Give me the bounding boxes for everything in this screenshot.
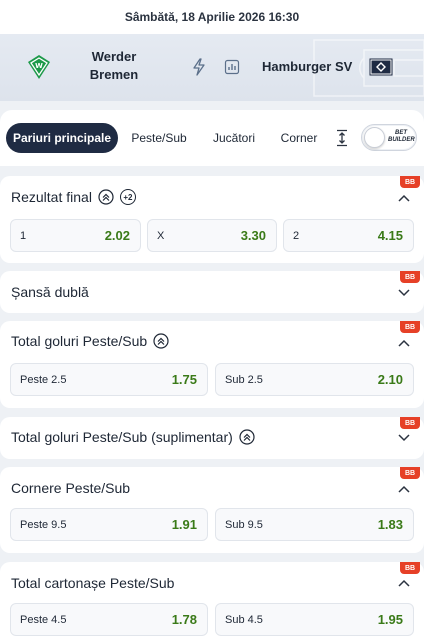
market-title-text: Șansă dublă <box>11 284 89 300</box>
market-title[interactable]: Total goluri Peste/Sub (suplimentar) <box>11 429 255 445</box>
market-title[interactable]: Total cartonașe Peste/Sub <box>11 575 174 591</box>
stats-icon[interactable] <box>224 59 240 75</box>
odd-button-2[interactable]: 2 4.15 <box>283 219 414 252</box>
bet-builder-toggle[interactable]: BET BUILDER <box>361 124 417 151</box>
odd-label: Peste 4.5 <box>20 613 67 626</box>
market-title-text: Total goluri Peste/Sub (suplimentar) <box>11 429 233 445</box>
tab-peste-sub[interactable]: Peste/Sub <box>124 123 194 153</box>
chevron-up-icon[interactable] <box>398 485 410 493</box>
home-team-name-line1: Werder <box>91 49 137 64</box>
odd-value: 2.10 <box>377 372 403 387</box>
hamburger-sv-logo <box>369 58 393 76</box>
market-title[interactable]: Total goluri Peste/Sub <box>11 333 169 349</box>
odd-button-under[interactable]: Sub 9.5 1.83 <box>215 508 414 541</box>
odd-value: 2.02 <box>104 228 130 243</box>
bet-builder-badge: BB <box>400 417 420 429</box>
svg-text:W: W <box>35 62 43 70</box>
odd-button-over[interactable]: Peste 4.5 1.78 <box>10 603 208 636</box>
odd-label: Sub 2.5 <box>225 373 263 386</box>
odd-button-under[interactable]: Sub 2.5 2.10 <box>215 363 414 396</box>
market-title-text: Cornere Peste/Sub <box>11 480 131 496</box>
chevron-down-icon[interactable] <box>398 434 410 442</box>
boost-icon <box>239 429 255 445</box>
tab-jucatori[interactable]: Jucători <box>202 123 266 153</box>
market-rezultat-final: BB Rezultat final +2 1 2.02 X 3.30 2 4.1… <box>0 176 424 263</box>
odd-value: 1.75 <box>171 372 197 387</box>
market-cornere: BB Cornere Peste/Sub Peste 9.5 1.91 Sub … <box>0 467 424 553</box>
lightning-icon[interactable] <box>191 58 207 76</box>
match-header: W Werder Bremen Hamburger SV <box>0 34 424 101</box>
odd-label: Sub 9.5 <box>225 518 263 531</box>
odd-value: 3.30 <box>240 228 266 243</box>
odd-value: 4.15 <box>377 228 403 243</box>
bet-builder-badge: BB <box>400 562 420 574</box>
odd-value: 1.91 <box>171 517 197 532</box>
bet-builder-label: BET BUILDER <box>388 130 415 144</box>
bet-builder-line1: BET <box>395 130 407 136</box>
market-sansa-dubla[interactable]: BB Șansă dublă <box>0 271 424 313</box>
extra-markets-badge: +2 <box>119 189 136 205</box>
tab-pariuri-principale[interactable]: Pariuri principale <box>6 123 118 153</box>
chevron-up-icon[interactable] <box>398 579 410 587</box>
chevron-up-icon[interactable] <box>398 339 410 347</box>
market-title-text: Rezultat final <box>11 189 92 205</box>
odd-button-over[interactable]: Peste 2.5 1.75 <box>10 363 208 396</box>
market-title[interactable]: Rezultat final +2 <box>11 189 136 205</box>
bet-builder-badge: BB <box>400 467 420 479</box>
odd-label: X <box>157 229 165 242</box>
chevron-up-icon[interactable] <box>398 194 410 202</box>
chevron-down-icon[interactable] <box>398 289 410 297</box>
market-title-text: Total goluri Peste/Sub <box>11 333 148 349</box>
collapse-all-icon[interactable] <box>335 129 349 147</box>
home-team-name-line2: Bremen <box>89 67 139 82</box>
away-team-name: Hamburger SV <box>262 59 353 74</box>
odd-button-over[interactable]: Peste 9.5 1.91 <box>10 508 208 541</box>
odd-button-under[interactable]: Sub 4.5 1.95 <box>215 603 414 636</box>
odd-label: 2 <box>293 229 300 242</box>
match-datetime: Sâmbătă, 18 Aprilie 2026 16:30 <box>0 0 424 34</box>
market-title[interactable]: Cornere Peste/Sub <box>11 480 130 496</box>
home-team-name: Werder Bremen <box>84 48 144 84</box>
market-total-cartonase: BB Total cartonașe Peste/Sub Peste 4.5 1… <box>0 562 424 639</box>
odd-value: 1.95 <box>377 612 403 627</box>
odd-label: Sub 4.5 <box>225 613 263 626</box>
odd-button-x[interactable]: X 3.30 <box>147 219 277 252</box>
odd-label: Peste 2.5 <box>20 373 67 386</box>
market-total-goluri: BB Total goluri Peste/Sub Peste 2.5 1.75… <box>0 321 424 408</box>
bet-builder-badge: BB <box>400 176 420 188</box>
bet-builder-badge: BB <box>400 271 420 283</box>
market-title-text: Total cartonașe Peste/Sub <box>11 575 175 591</box>
werder-bremen-logo: W <box>28 55 50 79</box>
odd-label: Peste 9.5 <box>20 518 67 531</box>
odd-value: 1.78 <box>171 612 197 627</box>
odd-value: 1.83 <box>377 517 403 532</box>
market-title[interactable]: Șansă dublă <box>11 284 89 300</box>
market-total-goluri-suplimentar[interactable]: BB Total goluri Peste/Sub (suplimentar) <box>0 417 424 459</box>
boost-icon <box>153 333 169 349</box>
tab-corner[interactable]: Corner <box>274 123 324 153</box>
odd-button-1[interactable]: 1 2.02 <box>10 219 141 252</box>
bet-builder-badge: BB <box>400 321 420 333</box>
odd-label: 1 <box>20 229 27 242</box>
boost-icon <box>98 189 114 205</box>
toggle-knob <box>364 127 385 148</box>
bet-builder-line2: BUILDER <box>388 137 415 143</box>
